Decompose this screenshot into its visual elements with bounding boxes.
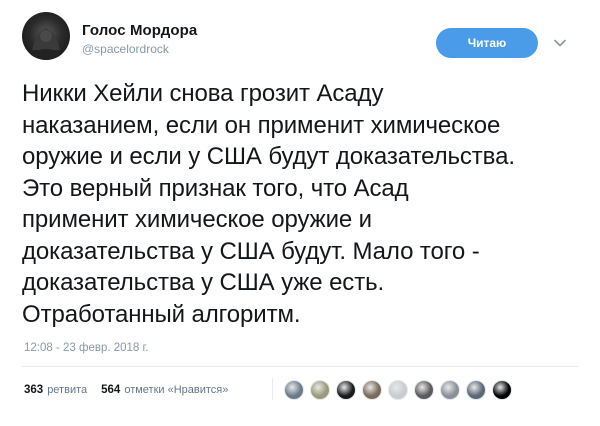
liker-avatar-5[interactable] — [388, 380, 408, 400]
avatar[interactable] — [22, 12, 70, 60]
display-name[interactable]: Голос Мордора — [82, 22, 197, 39]
avatar-image — [28, 26, 64, 60]
liker-avatar-4[interactable] — [362, 380, 382, 400]
retweets-count[interactable]: 363 — [24, 384, 43, 396]
likes-count[interactable]: 564 — [101, 384, 120, 396]
tweet-stats: 363 ретвита 564 отметки «Нравится» — [24, 384, 242, 396]
divider — [22, 366, 578, 367]
liker-avatar-6[interactable] — [414, 380, 434, 400]
liker-avatar-1[interactable] — [284, 380, 304, 400]
tweet-text: Никки Хейли снова грозит Асаду наказание… — [22, 80, 515, 328]
chevron-down-icon[interactable] — [553, 36, 567, 50]
following-button[interactable]: Читаю — [436, 28, 538, 58]
retweets-label[interactable]: ретвита — [47, 384, 87, 396]
liker-avatar-9[interactable] — [492, 380, 512, 400]
liker-avatar-2[interactable] — [310, 380, 330, 400]
tweet-card: Голос Мордора @spacelordrock Читаю Никки… — [0, 0, 600, 426]
tweet-timestamp[interactable]: 12:08 - 23 февр. 2018 г. — [24, 342, 149, 354]
liker-avatar-8[interactable] — [466, 380, 486, 400]
liker-avatars — [284, 380, 518, 400]
likes-label[interactable]: отметки «Нравится» — [124, 384, 228, 396]
liker-avatar-7[interactable] — [440, 380, 460, 400]
stats-separator — [272, 378, 273, 400]
liker-avatar-3[interactable] — [336, 380, 356, 400]
user-handle[interactable]: @spacelordrock — [82, 42, 169, 56]
